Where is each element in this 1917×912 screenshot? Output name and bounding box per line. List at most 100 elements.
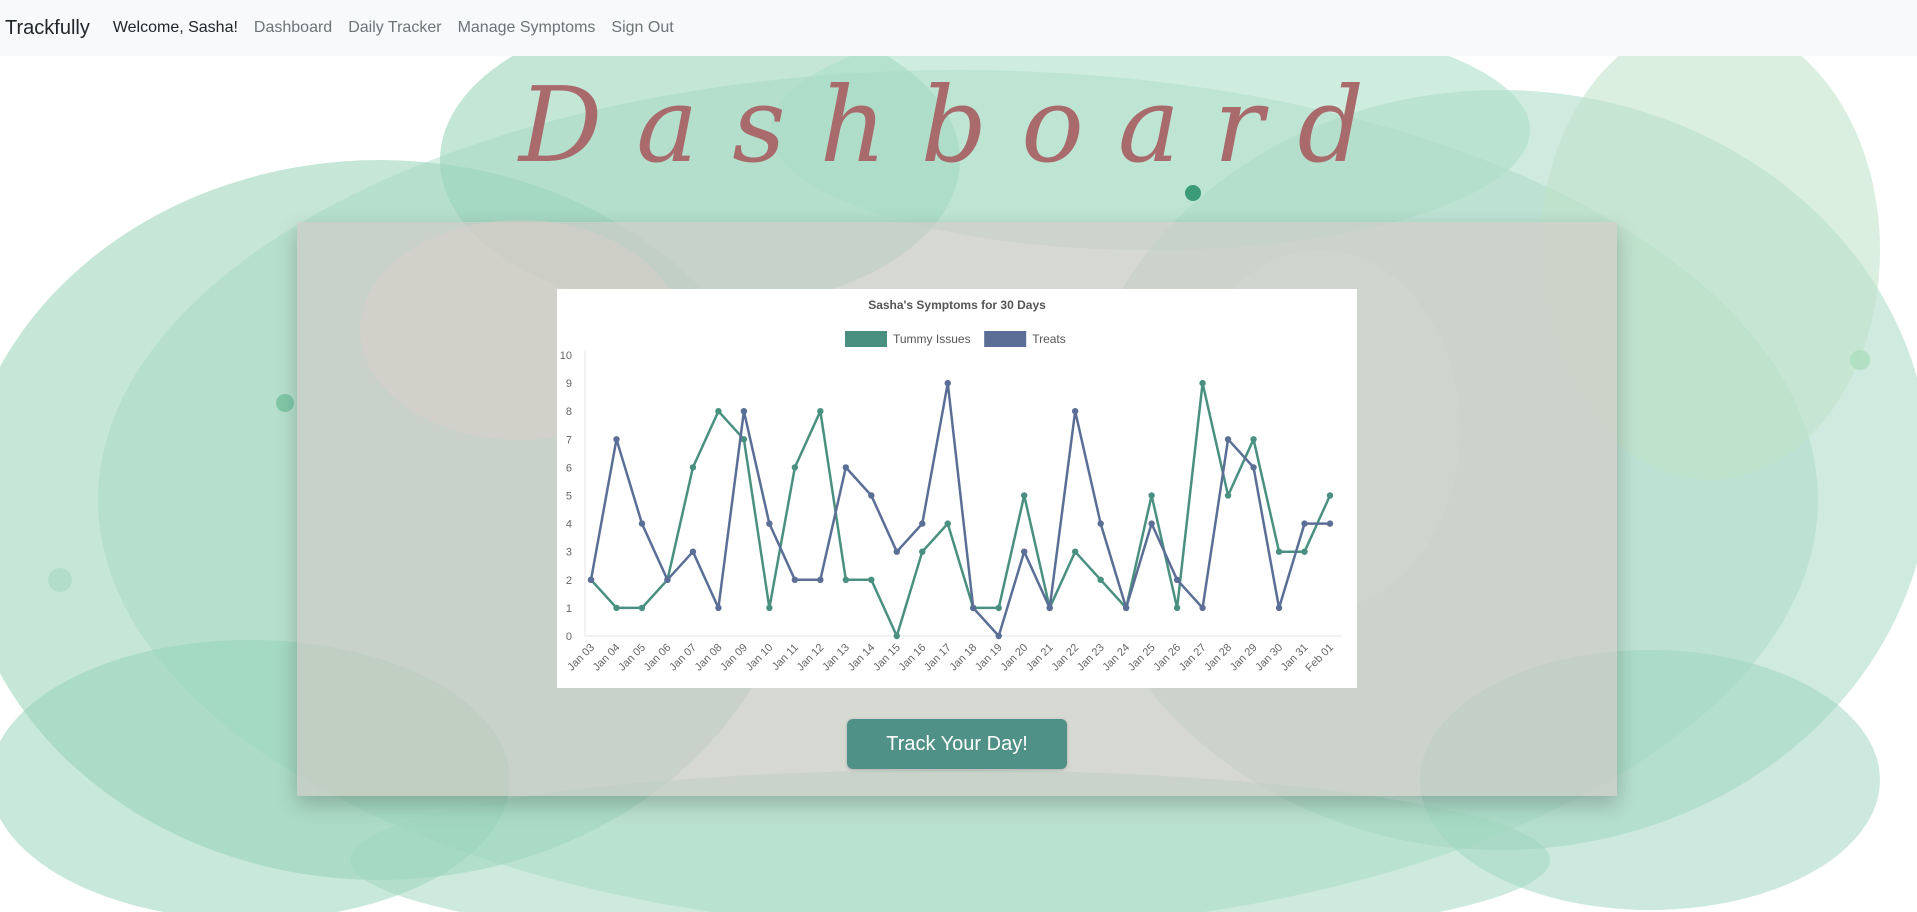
x-tick-label: Jan 26 (1151, 642, 1183, 674)
y-tick-label: 0 (566, 631, 572, 643)
data-point-0 (1301, 548, 1308, 555)
x-tick-label: Jan 24 (1100, 642, 1132, 674)
chart-svg: Sasha's Symptoms for 30 Days Tummy Issues… (560, 298, 1342, 675)
data-point-1 (638, 520, 646, 527)
x-tick-label: Jan 05 (616, 642, 648, 674)
data-point-1 (689, 548, 697, 555)
data-point-0 (944, 520, 951, 527)
data-point-0 (715, 408, 722, 415)
data-point-1 (944, 379, 951, 387)
track-your-day-button[interactable]: Track Your Day! (847, 719, 1067, 769)
x-tick-label: Jan 07 (667, 642, 699, 674)
data-point-0 (1326, 492, 1334, 499)
x-tick-label: Jan 10 (744, 642, 776, 674)
y-tick-label: 7 (566, 434, 572, 446)
series-line-1 (589, 381, 1330, 638)
data-point-0 (638, 604, 646, 612)
legend-swatch-0 (845, 331, 887, 347)
data-point-1 (919, 520, 926, 527)
x-tick-label: Jan 06 (642, 642, 674, 674)
data-point-0 (893, 632, 900, 640)
nav-dashboard[interactable]: Dashboard (254, 19, 332, 37)
data-point-1 (868, 492, 875, 499)
data-point-1 (1250, 464, 1257, 471)
x-tick-label: Jan 16 (897, 642, 929, 674)
data-point-0 (791, 464, 799, 471)
x-tick-label: Jan 15 (871, 642, 903, 674)
y-tick-label: 2 (566, 575, 572, 587)
x-tick-label: Feb 01 (1303, 642, 1336, 675)
brand-logo[interactable]: Trackfully (5, 17, 90, 40)
x-tick-label: Jan 29 (1228, 642, 1260, 674)
y-tick-label: 10 (560, 350, 572, 362)
y-tick-label: 4 (566, 519, 572, 531)
x-tick-label: Jan 14 (846, 642, 878, 674)
data-point-0 (1199, 379, 1206, 387)
data-point-1 (1275, 604, 1283, 612)
data-point-1 (1097, 520, 1104, 527)
data-point-0 (1021, 492, 1028, 499)
data-point-1 (893, 548, 900, 555)
x-tick-label: Jan 25 (1126, 642, 1158, 674)
x-tick-label: Jan 03 (565, 642, 597, 674)
page-title: Dashboard (518, 64, 1399, 186)
y-tick-label: 5 (566, 491, 572, 503)
x-tick-label: Jan 28 (1202, 642, 1234, 674)
data-point-1 (1122, 604, 1130, 612)
data-point-0 (995, 604, 1002, 612)
nav-sign-out[interactable]: Sign Out (611, 19, 673, 37)
data-point-1 (817, 576, 824, 583)
data-point-1 (766, 520, 773, 527)
x-tick-label: Jan 18 (948, 642, 980, 674)
data-point-1 (842, 464, 850, 471)
legend-label-1: Treats (1032, 332, 1066, 346)
data-point-1 (587, 576, 595, 583)
data-point-1 (1173, 576, 1181, 583)
top-navbar: Trackfully Welcome, Sasha! Dashboard Dai… (0, 0, 1917, 56)
chart-title: Sasha's Symptoms for 30 Days (868, 298, 1046, 312)
x-tick-label: Jan 21 (1024, 642, 1056, 674)
data-point-1 (740, 408, 748, 415)
data-point-0 (766, 604, 773, 612)
y-tick-label: 1 (566, 603, 572, 615)
y-tick-label: 6 (566, 462, 572, 474)
welcome-text: Welcome, Sasha! (112, 19, 238, 36)
x-tick-label: Jan 19 (973, 642, 1005, 674)
data-point-1 (970, 604, 977, 612)
data-point-0 (919, 548, 926, 555)
y-tick-label: 8 (566, 406, 572, 418)
data-point-0 (689, 464, 697, 471)
legend-swatch-1 (984, 331, 1027, 347)
x-tick-label: Jan 20 (998, 642, 1030, 674)
data-point-1 (1224, 436, 1232, 443)
x-tick-label: Jan 17 (922, 642, 954, 674)
x-tick-label: Jan 22 (1049, 642, 1081, 674)
x-tick-label: Jan 08 (693, 642, 725, 674)
data-point-1 (1071, 408, 1079, 415)
symptom-chart: Sasha's Symptoms for 30 Days Tummy Issues… (557, 289, 1357, 688)
legend-label-0: Tummy Issues (893, 332, 971, 346)
data-point-0 (868, 576, 875, 583)
x-tick-label: Jan 04 (591, 642, 623, 674)
data-point-0 (1173, 604, 1181, 612)
x-tick-label: Jan 30 (1253, 642, 1285, 674)
data-point-1 (995, 632, 1002, 640)
data-point-1 (613, 436, 620, 443)
data-point-0 (1250, 436, 1257, 443)
series-line-0 (590, 381, 1332, 638)
data-point-0 (1148, 492, 1155, 499)
y-tick-label: 9 (566, 378, 572, 390)
x-tick-label: Jan 27 (1177, 642, 1209, 674)
nav-manage-symptoms[interactable]: Manage Symptoms (458, 19, 596, 37)
nav-daily-tracker[interactable]: Daily Tracker (348, 19, 441, 37)
data-point-0 (613, 604, 620, 612)
data-point-0 (1071, 548, 1079, 555)
data-point-0 (1097, 576, 1104, 583)
data-point-0 (1275, 548, 1283, 555)
data-point-1 (1046, 604, 1053, 612)
data-point-1 (1148, 520, 1155, 527)
y-tick-label: 3 (566, 547, 572, 559)
x-tick-label: Jan 23 (1075, 642, 1107, 674)
data-point-1 (791, 576, 799, 583)
data-point-1 (1021, 548, 1028, 555)
